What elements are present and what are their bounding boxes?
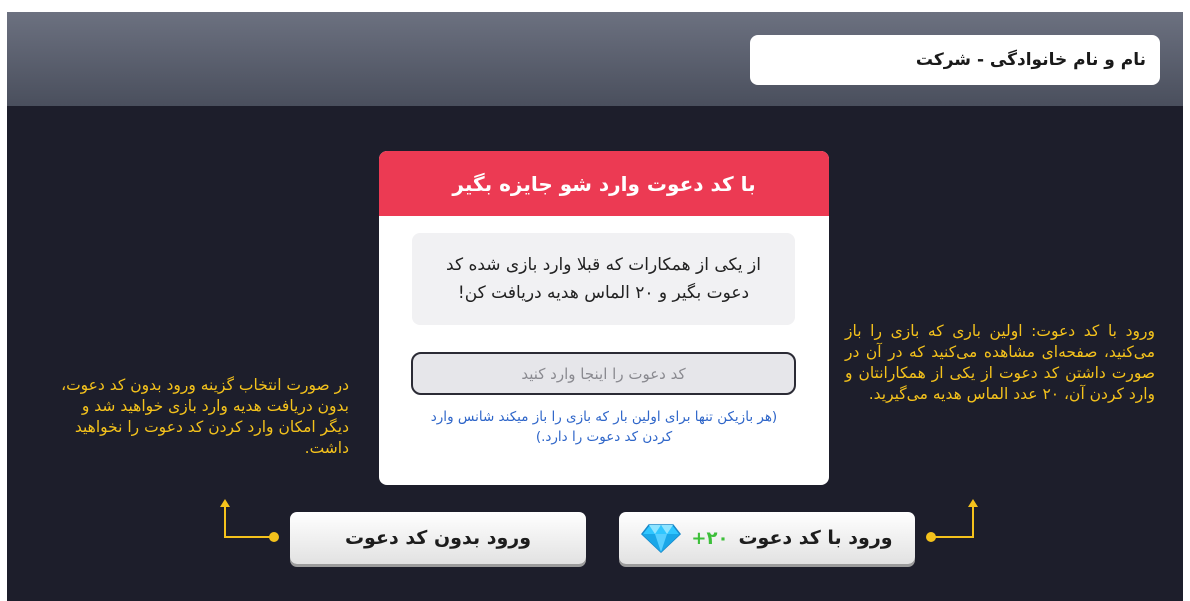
left-connector-arrow	[220, 499, 279, 542]
screen: نام و نام خانوادگی - شرکت با کد دعوت وار…	[7, 12, 1183, 601]
right-annotation: ورود با کد دعوت: اولین باری که بازی را ب…	[845, 322, 1155, 403]
diamond-icon	[641, 524, 682, 553]
invite-code-input[interactable]	[411, 352, 796, 395]
left-annotation: در صورت انتخاب گزینه ورود بدون کد دعوت، …	[61, 376, 349, 457]
dialog-note: (هر بازیکن تنها برای اولین بار که بازی ر…	[430, 409, 778, 445]
header-bar: نام و نام خانوادگی - شرکت	[7, 12, 1183, 106]
name-company-label: نام و نام خانوادگی - شرکت	[750, 35, 1160, 85]
dialog-message: از یکی از همکارات که قبلا وارد بازی شده …	[412, 233, 795, 325]
dialog-message-text: از یکی از همکارات که قبلا وارد بازی شده …	[446, 255, 761, 303]
bonus-amount: +۲۰	[691, 527, 729, 549]
dialog-title: با کد دعوت وارد شو جایزه بگیر	[379, 151, 829, 216]
right-connector-arrow	[926, 499, 978, 542]
enter-with-code-button[interactable]: ورود با کد دعوت +۲۰	[619, 512, 915, 564]
enter-without-code-button[interactable]: ورود بدون کد دعوت	[290, 512, 586, 564]
enter-with-code-label: ورود با کد دعوت	[738, 527, 893, 549]
invite-code-dialog: با کد دعوت وارد شو جایزه بگیر از یکی از …	[379, 151, 829, 485]
enter-without-code-label: ورود بدون کد دعوت	[344, 527, 532, 549]
